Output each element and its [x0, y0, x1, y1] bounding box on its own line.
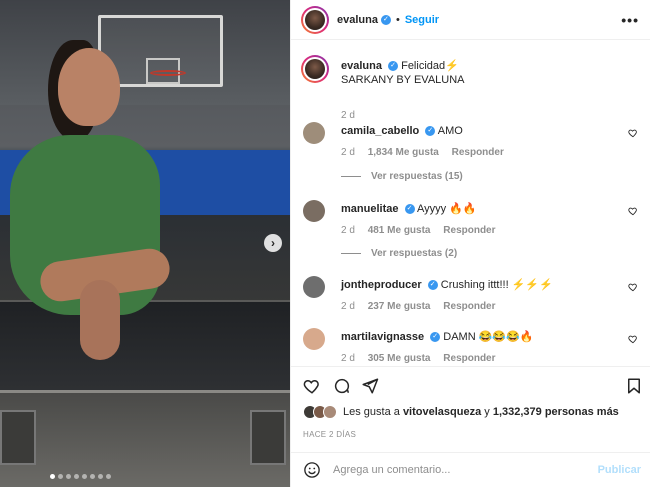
next-slide-button[interactable]: ›	[264, 234, 282, 252]
post-header: evaluna ✓ • Seguir •••	[291, 0, 650, 40]
carousel-dot	[89, 474, 95, 479]
photo-face	[58, 48, 120, 126]
share-send-icon[interactable]	[361, 377, 379, 395]
comment-body: Crushing ittt!!! ⚡⚡⚡	[440, 279, 553, 291]
author-avatar[interactable]	[301, 5, 329, 34]
commenter-avatar[interactable]	[303, 328, 325, 350]
commenter-username[interactable]: manuelitae	[341, 203, 398, 215]
verified-badge-icon: ✓	[430, 332, 441, 343]
caption-text: evaluna ✓ Felicidad⚡ SARKANY BY EVALUNA	[341, 59, 465, 87]
comment-time[interactable]: 2 d	[341, 353, 355, 364]
publish-button[interactable]: Publicar	[598, 464, 641, 476]
likes-text: Les gusta a vitovelasqueza y 1,332,379 p…	[343, 406, 619, 418]
comment-body: Ayyyy 🔥🔥	[416, 203, 477, 215]
follow-button[interactable]: Seguir	[405, 14, 439, 26]
comment-text: camila_cabello ✓ AMO	[341, 124, 463, 138]
comment-likes[interactable]: 237 Me gusta	[368, 301, 431, 312]
likes-prefix: Les gusta a	[343, 406, 400, 418]
like-heart-icon[interactable]	[303, 377, 321, 395]
carousel-dot	[97, 474, 103, 479]
photo-road-case	[0, 300, 290, 390]
commenter-username[interactable]: martilavignasse	[341, 331, 424, 343]
comment-composer: Publicar	[291, 452, 650, 487]
comment-meta: 2 d 481 Me gusta Responder	[341, 225, 496, 236]
comment-likes[interactable]: 1,834 Me gusta	[368, 147, 439, 158]
verified-badge-icon: ✓	[427, 280, 438, 291]
verified-badge-icon: ✓	[380, 14, 391, 25]
commenter-avatar[interactable]	[303, 122, 325, 144]
commenter-username[interactable]: camila_cabello	[341, 125, 419, 137]
action-bar	[291, 366, 650, 401]
like-comment-heart-icon[interactable]	[628, 334, 638, 344]
carousel-dot	[49, 474, 55, 479]
caption-time: 2 d	[341, 110, 355, 121]
liker-username[interactable]: vitovelasqueza	[403, 406, 481, 418]
comment-time[interactable]: 2 d	[341, 301, 355, 312]
likes-summary: Les gusta a vitovelasqueza y 1,332,379 p…	[303, 405, 619, 419]
photo-leg	[80, 280, 120, 360]
carousel-dot	[73, 474, 79, 479]
comment-meta: 2 d 1,834 Me gusta Responder	[341, 147, 504, 158]
photo-latch	[250, 410, 286, 465]
emoji-icon[interactable]	[303, 461, 321, 479]
reply-button[interactable]: Responder	[452, 147, 504, 158]
comment-meta: 2 d 305 Me gusta Responder	[341, 353, 496, 364]
author-username[interactable]: evaluna	[337, 14, 378, 26]
reply-button[interactable]: Responder	[443, 225, 495, 236]
caption-username[interactable]: evaluna	[341, 60, 382, 72]
carousel-dot	[81, 474, 87, 479]
liker-avatar[interactable]	[323, 405, 337, 419]
separator: •	[395, 13, 400, 26]
comment-time[interactable]: 2 d	[341, 225, 355, 236]
post-panel: evaluna ✓ • Seguir ••• evaluna ✓ Felicid…	[290, 0, 650, 487]
caption-body: Felicidad⚡	[401, 60, 459, 72]
commenter-username[interactable]: jontheproducer	[341, 279, 422, 291]
more-options-icon[interactable]: •••	[621, 12, 639, 28]
comment-body: DAMN 😂😂😂🔥	[443, 331, 534, 343]
carousel-dot	[105, 474, 111, 479]
post-time[interactable]: HACE 2 DÍAS	[303, 430, 356, 439]
likes-count[interactable]: 1,332,379 personas más	[493, 406, 619, 418]
comment-text: manuelitae ✓ Ayyyy 🔥🔥	[341, 202, 477, 216]
like-comment-heart-icon[interactable]	[628, 128, 638, 138]
reply-button[interactable]: Responder	[443, 353, 495, 364]
verified-badge-icon: ✓	[425, 126, 436, 137]
comment-input[interactable]	[333, 464, 593, 476]
reply-button[interactable]: Responder	[443, 301, 495, 312]
verified-badge-icon: ✓	[388, 61, 399, 72]
post-photo[interactable]: ›	[0, 0, 290, 487]
comment-likes[interactable]: 481 Me gusta	[368, 225, 431, 236]
photo-road-case-front	[0, 390, 290, 487]
photo-latch	[0, 410, 36, 465]
comment-time[interactable]: 2 d	[341, 147, 355, 158]
caption-avatar[interactable]	[301, 55, 329, 83]
commenter-avatar[interactable]	[303, 276, 325, 298]
comment-text: martilavignasse ✓ DAMN 😂😂😂🔥	[341, 330, 534, 344]
comment-text: jontheproducer ✓ Crushing ittt!!! ⚡⚡⚡	[341, 278, 553, 292]
view-replies-button[interactable]: Ver respuestas (15)	[341, 171, 463, 182]
post-viewer: › evaluna ✓ • Seguir ••• evaluna ✓ Felic…	[0, 0, 650, 487]
like-comment-heart-icon[interactable]	[628, 282, 638, 292]
comments-list[interactable]: evaluna ✓ Felicidad⚡ SARKANY BY EVALUNA …	[291, 40, 650, 365]
carousel-dot	[57, 474, 63, 479]
likes-middle: y	[484, 406, 490, 418]
comment-meta: 2 d 237 Me gusta Responder	[341, 301, 496, 312]
carousel-dots	[0, 474, 160, 479]
view-replies-button[interactable]: Ver respuestas (2)	[341, 248, 457, 259]
save-bookmark-icon[interactable]	[625, 377, 643, 395]
comment-likes[interactable]: 305 Me gusta	[368, 353, 431, 364]
comment-body: AMO	[437, 125, 463, 137]
photo-rim	[150, 70, 186, 76]
caption-line2: SARKANY BY EVALUNA	[341, 74, 465, 86]
comment-bubble-icon[interactable]	[333, 377, 351, 395]
commenter-avatar[interactable]	[303, 200, 325, 222]
carousel-dot	[65, 474, 71, 479]
like-comment-heart-icon[interactable]	[628, 206, 638, 216]
verified-badge-icon: ✓	[404, 204, 415, 215]
